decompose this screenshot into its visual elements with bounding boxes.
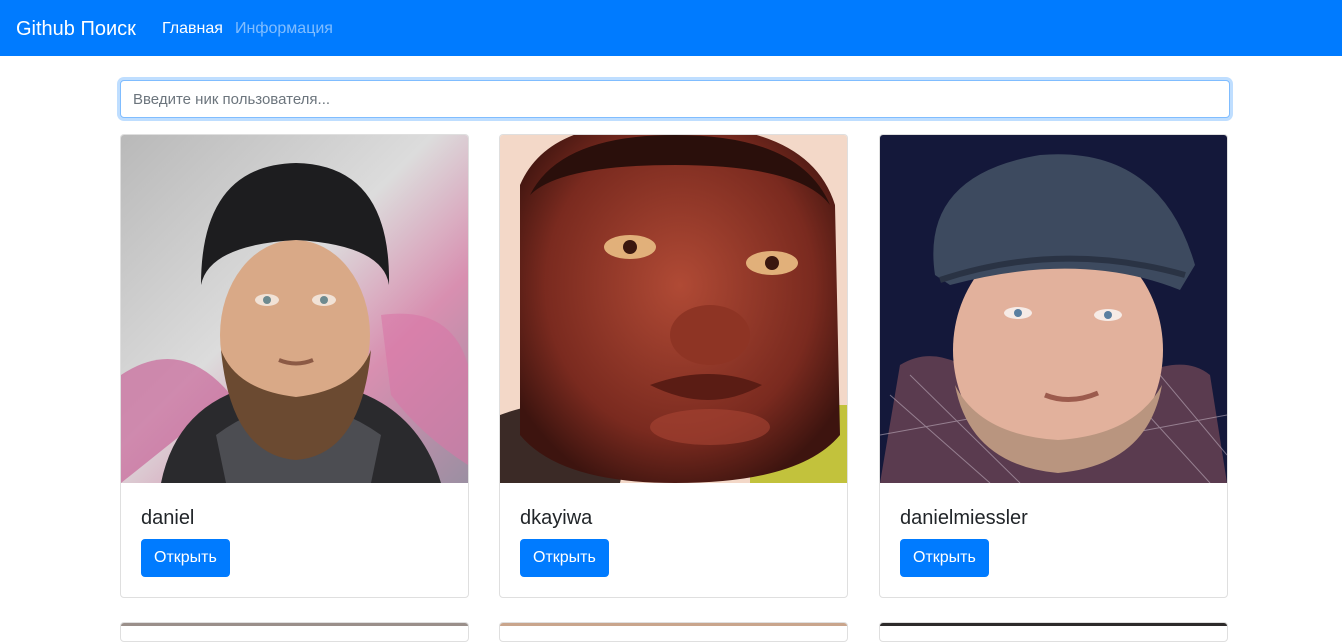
user-card-partial: [499, 622, 848, 642]
user-login: danielmiessler: [900, 507, 1028, 529]
navbar-brand[interactable]: Github Поиск: [16, 17, 136, 41]
user-card: daniel Открыть: [120, 134, 469, 598]
search-input[interactable]: [120, 80, 1230, 118]
nav-link-main[interactable]: Главная: [162, 19, 223, 39]
user-card: danielmiessler Открыть: [879, 134, 1228, 598]
nav-link-info[interactable]: Информация: [235, 19, 333, 39]
navbar: Github Поиск Главная Информация: [0, 0, 1342, 56]
open-button[interactable]: Открыть: [520, 539, 609, 577]
user-avatar: [880, 135, 1227, 483]
user-avatar: [500, 135, 847, 483]
user-avatar: [121, 135, 468, 483]
open-button[interactable]: Открыть: [900, 539, 989, 577]
open-button[interactable]: Открыть: [141, 539, 230, 577]
user-card-partial: [879, 622, 1228, 642]
user-login: dkayiwa: [520, 507, 593, 529]
user-card: dkayiwa Открыть: [499, 134, 848, 598]
user-card-partial: [120, 622, 469, 642]
user-login: daniel: [141, 507, 195, 529]
